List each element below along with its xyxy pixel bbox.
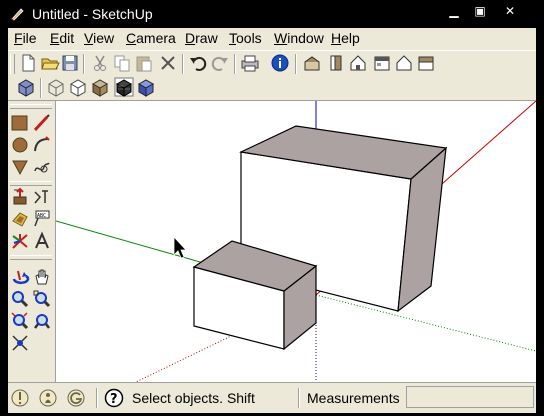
- shaded-textures-icon[interactable]: [114, 77, 134, 97]
- toolbar-separator: [295, 54, 297, 74]
- toolbar-grip[interactable]: [10, 181, 52, 186]
- position-camera-icon[interactable]: [10, 333, 30, 353]
- arc-icon[interactable]: [32, 135, 52, 155]
- menu-window[interactable]: Window: [274, 30, 324, 46]
- google-sign-in-icon[interactable]: [66, 388, 86, 408]
- menu-bar: File Edit View Camera Draw Tools Window …: [8, 28, 536, 50]
- undo-icon[interactable]: [188, 53, 208, 73]
- copy-icon[interactable]: [112, 53, 132, 73]
- menu-file[interactable]: File: [14, 30, 37, 46]
- sketchup-window: Untitled - SketchUp ▁ ▣ ✕ File Edit View…: [0, 0, 544, 416]
- new-icon[interactable]: [18, 53, 38, 73]
- polygon-icon[interactable]: [10, 157, 30, 177]
- green-axis-negative: [315, 294, 536, 352]
- zoom-window-icon[interactable]: [32, 289, 52, 309]
- shaded-icon[interactable]: [90, 77, 110, 97]
- orbit-icon[interactable]: [10, 267, 30, 287]
- freehand-icon[interactable]: [32, 157, 52, 177]
- toolbar-separator: [83, 54, 85, 74]
- large-tool-set: ABC: [8, 101, 56, 382]
- print-icon[interactable]: [240, 53, 260, 73]
- right-view-icon[interactable]: [372, 53, 392, 73]
- zoom-icon[interactable]: [10, 289, 30, 309]
- redo-icon[interactable]: [210, 53, 230, 73]
- previous-view-icon[interactable]: [32, 311, 52, 331]
- status-text: Select objects. Shift: [132, 390, 255, 406]
- menu-view[interactable]: View: [84, 30, 114, 46]
- status-bar: ? Select objects. Shift Measurements: [8, 382, 536, 413]
- save-icon[interactable]: [60, 53, 80, 73]
- toolbar-grip[interactable]: [10, 104, 52, 109]
- window-title: Untitled - SketchUp: [32, 6, 153, 22]
- geo-location-icon[interactable]: [10, 388, 30, 408]
- top-view-icon[interactable]: [326, 53, 346, 73]
- menu-help[interactable]: Help: [331, 30, 360, 46]
- toolbar-grip[interactable]: [10, 54, 15, 74]
- cut-icon[interactable]: [90, 53, 110, 73]
- circle-icon[interactable]: [10, 135, 30, 155]
- rectangle-icon[interactable]: [10, 113, 30, 133]
- title-bar: Untitled - SketchUp ▁ ▣ ✕: [0, 0, 544, 28]
- open-icon[interactable]: [40, 53, 60, 73]
- measurements-field[interactable]: [406, 386, 534, 408]
- measurements-label: Measurements: [307, 390, 400, 406]
- left-view-icon[interactable]: [416, 53, 436, 73]
- credits-icon[interactable]: [38, 388, 58, 408]
- drawing-viewport[interactable]: [56, 101, 536, 382]
- monochrome-icon[interactable]: [136, 77, 156, 97]
- status-separator: [96, 388, 98, 408]
- back-view-icon[interactable]: [394, 53, 414, 73]
- model-scene: [56, 101, 536, 382]
- sketchup-app-icon: [11, 8, 24, 21]
- toolbar-separator: [234, 54, 236, 74]
- status-separator: [298, 388, 300, 408]
- offset-icon[interactable]: [10, 209, 30, 229]
- maximize-button[interactable]: ▣: [470, 4, 490, 18]
- svg-text:?: ?: [110, 392, 118, 407]
- pan-icon[interactable]: [32, 267, 52, 287]
- model-info-icon[interactable]: [270, 53, 290, 73]
- menu-camera[interactable]: Camera: [126, 30, 176, 46]
- toolbar-grip[interactable]: [10, 255, 52, 260]
- follow-me-icon[interactable]: [32, 187, 52, 207]
- svg-text:ABC: ABC: [37, 213, 46, 219]
- front-view-icon[interactable]: [348, 53, 368, 73]
- erase-icon[interactable]: [158, 53, 178, 73]
- hidden-line-icon[interactable]: [68, 77, 88, 97]
- help-icon[interactable]: ?: [104, 388, 124, 408]
- push-pull-icon[interactable]: [10, 187, 30, 207]
- wireframe-icon[interactable]: [46, 77, 66, 97]
- styles-toolbar: [8, 76, 536, 101]
- 3d-text-icon[interactable]: [32, 231, 52, 251]
- standard-toolbar: [8, 50, 536, 78]
- tape-measure-icon[interactable]: ABC: [32, 209, 52, 229]
- menu-draw[interactable]: Draw: [185, 30, 218, 46]
- iso-view-icon[interactable]: [302, 53, 322, 73]
- axes-icon[interactable]: [10, 231, 30, 251]
- menu-edit[interactable]: Edit: [50, 30, 74, 46]
- zoom-extents-icon[interactable]: [10, 311, 30, 331]
- paste-icon[interactable]: [134, 53, 154, 73]
- toolbar-separator: [40, 78, 42, 98]
- minimize-button[interactable]: ▁: [444, 4, 464, 18]
- menu-tools[interactable]: Tools: [229, 30, 262, 46]
- close-button[interactable]: ✕: [500, 4, 520, 18]
- xray-icon[interactable]: [16, 77, 36, 97]
- toolbar-separator: [182, 54, 184, 74]
- line-icon[interactable]: [32, 113, 52, 133]
